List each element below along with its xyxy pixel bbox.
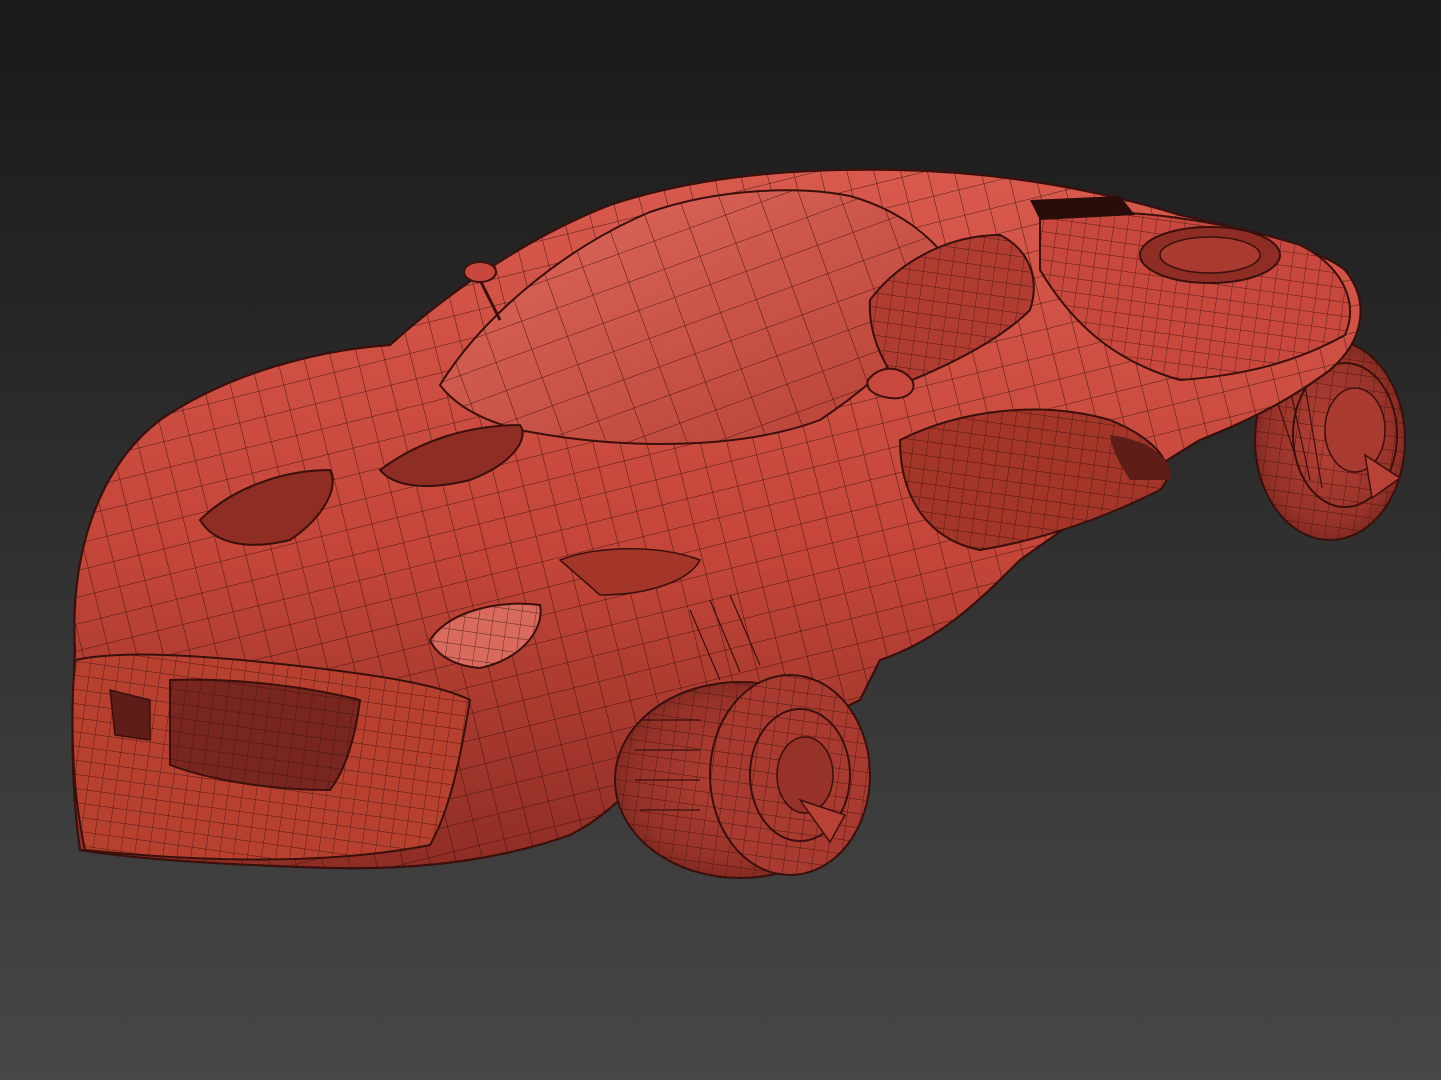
3d-viewport[interactable] bbox=[0, 0, 1441, 1080]
body-shell bbox=[71, 168, 1362, 870]
car-wireframe-render bbox=[71, 168, 1406, 879]
side-intake bbox=[898, 408, 1171, 552]
